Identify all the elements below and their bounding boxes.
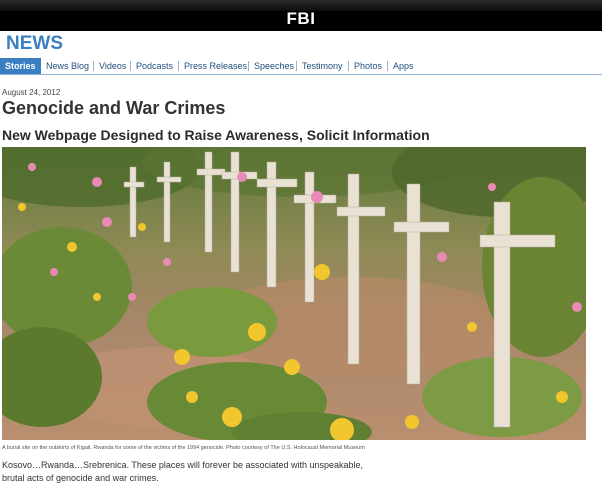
section-nav: Stories News Blog Videos Podcasts Press … <box>0 58 602 75</box>
article-title: Genocide and War Crimes <box>2 98 226 118</box>
article-subtitle: New Webpage Designed to Raise Awareness,… <box>2 127 430 143</box>
article-photo <box>2 147 586 440</box>
article-body-line: Kosovo…Rwanda…Srebrenica. These places w… <box>2 460 364 470</box>
section-title[interactable]: NEWS <box>6 33 63 55</box>
nav-item-testimony[interactable]: Testimony <box>297 58 348 74</box>
nav-item-news-blog[interactable]: News Blog <box>41 58 94 74</box>
burial-site-photo <box>2 147 586 440</box>
nav-item-stories[interactable]: Stories <box>0 58 41 74</box>
image-caption: A burial site on the outskirts of Kigali… <box>2 445 365 451</box>
article-body-line: brutal acts of genocide and war crimes. <box>2 473 159 483</box>
top-bar: FBI <box>0 0 602 31</box>
article-date: August 24, 2012 <box>2 88 61 97</box>
nav-item-podcasts[interactable]: Podcasts <box>131 58 178 74</box>
article-body: Kosovo…Rwanda…Srebrenica. These places w… <box>2 459 392 485</box>
nav-item-press-releases[interactable]: Press Releases <box>179 58 252 74</box>
site-brand[interactable]: FBI <box>0 9 602 29</box>
nav-item-videos[interactable]: Videos <box>94 58 131 74</box>
nav-item-photos[interactable]: Photos <box>349 58 387 74</box>
nav-item-apps[interactable]: Apps <box>388 58 419 74</box>
nav-item-speeches[interactable]: Speeches <box>249 58 299 74</box>
